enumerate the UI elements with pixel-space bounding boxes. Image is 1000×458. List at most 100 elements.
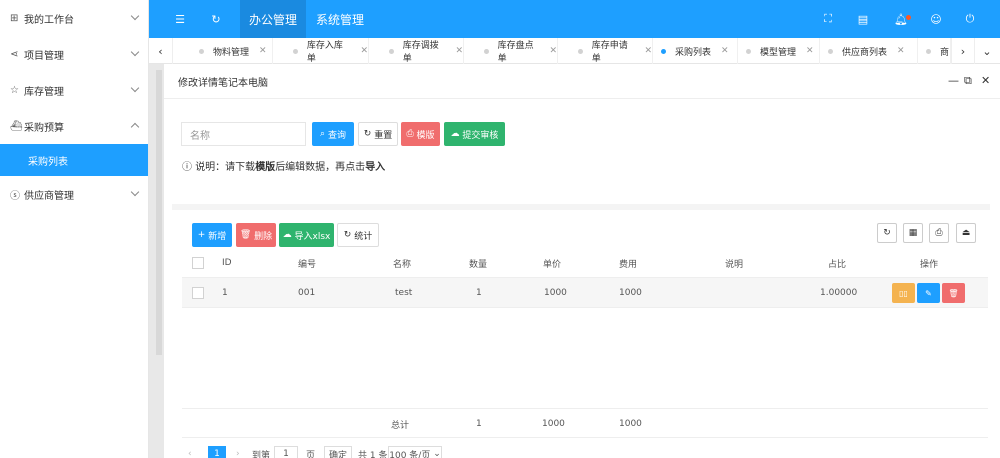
- minimize-icon[interactable]: —: [948, 74, 959, 87]
- note-text: 后编辑数据，再点击: [275, 162, 366, 173]
- background-scroll-strip: [149, 64, 164, 458]
- fullscreen-icon[interactable]: ⛶: [813, 0, 843, 38]
- sidebar-item-workbench[interactable]: ⊞ 我的工作台: [0, 0, 148, 36]
- column-header-code[interactable]: 编号: [298, 248, 316, 278]
- chevron-up-icon: [130, 122, 140, 132]
- select-all-checkbox[interactable]: [192, 248, 204, 278]
- reset-button[interactable]: ↻ 重置: [358, 122, 398, 146]
- bell-icon[interactable]: 🔔︎: [886, 0, 916, 38]
- refresh-icon: ↻: [363, 129, 372, 139]
- prev-page-icon[interactable]: ‹: [188, 446, 192, 458]
- nav-system[interactable]: 系统管理: [309, 0, 371, 38]
- close-icon[interactable]: ✕: [897, 46, 905, 56]
- goto-confirm-button[interactable]: 确定: [324, 446, 352, 458]
- search-icon: ⌕: [320, 129, 326, 139]
- submit-review-button[interactable]: ☁ 提交审核: [444, 122, 505, 146]
- tab-stock-in[interactable]: 库存入库单 ✕: [273, 38, 369, 64]
- maximize-icon[interactable]: ⧉: [964, 74, 972, 88]
- column-header-qty[interactable]: 数量: [469, 248, 487, 278]
- sidebar-item-suppliers[interactable]: ⓢ 供应商管理: [0, 176, 148, 212]
- page-number-current[interactable]: 1: [208, 446, 226, 458]
- name-search-input[interactable]: 名称: [181, 122, 306, 146]
- close-icon[interactable]: ✕: [721, 46, 729, 56]
- total-row: 总计 1 1000 1000: [182, 408, 988, 438]
- sidebar-item-label: 我的工作台: [24, 14, 74, 26]
- power-icon[interactable]: ⏻: [955, 0, 985, 38]
- menu-toggle-icon[interactable]: ☰: [165, 0, 195, 38]
- print-icon[interactable]: ⎙: [929, 223, 949, 243]
- row-checkbox[interactable]: [192, 278, 204, 308]
- column-header-id[interactable]: ID: [222, 248, 232, 278]
- table-row[interactable]: 1 001 test 1 1000 1000 1.00000 ▯▯ ✎ 🗑︎: [182, 278, 988, 308]
- tab-scroll-right-icon[interactable]: ›: [951, 38, 975, 64]
- tab-more[interactable]: 商: [918, 38, 951, 64]
- column-header-ratio[interactable]: 占比: [828, 248, 846, 278]
- tab-label: 采购列表: [675, 47, 712, 58]
- tab-label: 库存申请单: [591, 41, 628, 64]
- tab-model-management[interactable]: 模型管理 ✕: [738, 38, 820, 64]
- tab-stock-check[interactable]: 库存盘点单 ✕: [464, 38, 558, 64]
- column-header-desc[interactable]: 说明: [725, 248, 743, 278]
- tab-scroll-left-icon[interactable]: ‹: [149, 38, 173, 64]
- detail-button[interactable]: ▯▯: [892, 283, 915, 303]
- sidebar-item-purchase-budget[interactable]: ⛴ 采购预算: [0, 108, 148, 144]
- row-delete-button[interactable]: 🗑︎: [942, 283, 965, 303]
- close-icon[interactable]: ✕: [549, 46, 557, 56]
- page-size-select[interactable]: 100 条/页 ⌄: [388, 446, 442, 458]
- export-icon[interactable]: ⏏: [956, 223, 976, 243]
- stats-label: 统计: [354, 231, 373, 242]
- close-icon[interactable]: ✕: [981, 74, 990, 87]
- refresh-table-icon[interactable]: ↻: [877, 223, 897, 243]
- close-icon[interactable]: ✕: [806, 46, 814, 56]
- tab-purchase-list[interactable]: 采购列表 ✕: [653, 38, 738, 64]
- statistics-button[interactable]: ↻ 统计: [337, 223, 379, 247]
- tab-supplier-list[interactable]: 供应商列表 ✕: [820, 38, 918, 64]
- delete-button[interactable]: 🗑︎ 删除: [236, 223, 276, 247]
- star-icon: ☆: [10, 84, 19, 96]
- add-button[interactable]: + 新增: [192, 223, 232, 247]
- columns-filter-icon[interactable]: ▦: [903, 223, 923, 243]
- sidebar-subitem-purchase-list[interactable]: 采购列表: [0, 144, 148, 176]
- dialog-title: 修改详情笔记本电脑: [178, 77, 268, 89]
- template-button[interactable]: ⎙ 模版: [401, 122, 440, 146]
- refresh-icon[interactable]: ↻: [201, 0, 231, 38]
- delete-label: 删除: [254, 231, 273, 242]
- query-button[interactable]: ⌕ 查询: [312, 122, 354, 146]
- import-xlsx-button[interactable]: ☁ 导入xlsx: [279, 223, 334, 247]
- note-bold-template: 模版: [255, 162, 276, 173]
- tab-dot: [293, 48, 298, 54]
- cell-code: 001: [298, 288, 316, 298]
- notes-icon[interactable]: ▤: [848, 0, 878, 38]
- tab-dot: [828, 48, 833, 54]
- total-price: 1000: [542, 419, 565, 429]
- nav-office[interactable]: 办公管理: [240, 0, 306, 38]
- close-icon[interactable]: ✕: [259, 46, 267, 56]
- column-header-cost[interactable]: 费用: [619, 248, 637, 278]
- close-icon[interactable]: ✕: [455, 46, 463, 56]
- next-page-icon[interactable]: ›: [236, 446, 240, 458]
- sidebar-item-projects[interactable]: ⋖ 项目管理: [0, 36, 148, 72]
- tab-dot: [578, 48, 583, 54]
- tab-dropdown-icon[interactable]: ⌄: [975, 38, 999, 64]
- nav-office-label: 办公管理: [248, 12, 297, 27]
- column-header-name[interactable]: 名称: [393, 248, 411, 278]
- tab-stock-transfer[interactable]: 库存调拨单 ✕: [369, 38, 464, 64]
- reset-label: 重置: [374, 130, 393, 141]
- tab-materials[interactable]: 物料管理 ✕: [179, 38, 273, 64]
- sidebar-item-inventory[interactable]: ☆ 库存管理: [0, 72, 148, 108]
- edit-button[interactable]: ✎: [917, 283, 940, 303]
- query-label: 查询: [327, 130, 346, 141]
- search-panel: 名称 ⌕ 查询 ↻ 重置 ⎙ 模版 ☁ 提交审核 ⓘ 说明：请下载 模版 后编辑数据…: [172, 100, 990, 204]
- goto-page-input[interactable]: 1: [274, 446, 298, 458]
- cell-ratio: 1.00000: [820, 288, 858, 298]
- scrollbar-thumb[interactable]: [156, 70, 162, 355]
- user-icon[interactable]: ☺: [921, 0, 951, 38]
- print-icon: ⎙: [406, 129, 414, 139]
- dialog-header: 修改详情笔记本电脑 — ⧉ ✕: [164, 64, 1000, 99]
- tab-dot: [746, 48, 751, 54]
- close-icon[interactable]: ✕: [360, 46, 368, 56]
- tab-stock-request[interactable]: 库存申请单 ✕: [558, 38, 653, 64]
- pagination: ‹ 1 › 到第 1 页 确定 共 1 条 100 条/页 ⌄: [182, 442, 988, 458]
- column-header-price[interactable]: 单价: [543, 248, 561, 278]
- close-icon[interactable]: ✕: [644, 46, 652, 56]
